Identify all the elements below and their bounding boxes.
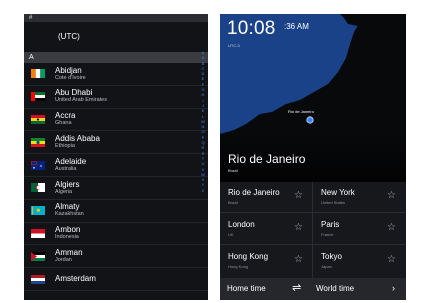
city-cell[interactable]: London UK ☆	[220, 214, 312, 245]
city-name: New York	[321, 188, 355, 197]
index-letter[interactable]: Z	[202, 188, 204, 193]
list-item[interactable]: Almaty Kazakhstan	[24, 200, 208, 223]
city-name: Tokyo	[321, 252, 342, 261]
list-item[interactable]: Algiers Algeria	[24, 177, 208, 200]
list-item[interactable]: Ambon Indonesia	[24, 223, 208, 246]
city-cell[interactable]: Paris France ☆	[313, 214, 405, 245]
list-item[interactable]: Adelaide Australia	[24, 154, 208, 177]
list-item[interactable]: Abidjan Cote d'Ivoire	[24, 63, 208, 86]
city-country: Hong Kong	[228, 264, 249, 269]
swap-icon[interactable]: ⇌	[292, 281, 301, 294]
city-country: Japan	[321, 264, 332, 269]
world-clock-panel: 10:08 :36 AM UTC-3 Rio de Janeiro Rio de…	[220, 14, 406, 300]
current-time: 10:08	[227, 18, 276, 39]
city-name: Algiers	[55, 179, 80, 189]
city-country: UK	[228, 232, 234, 237]
ethiopia-flag-icon	[31, 137, 45, 147]
city-name: Amsterdam	[55, 273, 96, 283]
list-item[interactable]: Amsterdam	[24, 268, 208, 291]
netherlands-flag-icon	[31, 274, 45, 284]
city-cell[interactable]: Hong Kong Hong Kong ☆	[220, 246, 312, 277]
city-name: Amman	[55, 248, 83, 258]
world-time-button[interactable]: World time	[316, 284, 354, 293]
ivory-coast-flag-icon	[31, 69, 45, 79]
city-name: Addis Ababa	[55, 134, 100, 144]
australia-flag-icon	[31, 160, 45, 170]
jordan-flag-icon	[31, 251, 45, 261]
city-name: Abu Dhabi	[55, 88, 93, 98]
city-country: Australia	[55, 165, 77, 172]
city-country: Brazil	[228, 200, 239, 205]
city-name: Accra	[55, 111, 76, 121]
city-cell[interactable]: Rio de Janeiro Brazil ☆	[220, 182, 312, 213]
section-header-a: A	[24, 52, 208, 63]
city-name: Almaty	[55, 202, 80, 212]
city-name: Hong Kong	[228, 252, 269, 261]
city-country: Kazakhstan	[55, 211, 84, 218]
city-country: Ethiopia	[55, 143, 75, 150]
list-item[interactable]: Accra Ghana	[24, 109, 208, 132]
list-item[interactable]: Amman Jordan	[24, 245, 208, 269]
city-name: Rio de Janeiro	[228, 188, 280, 197]
utc-row[interactable]: (UTC)	[24, 22, 208, 50]
city-name: London	[228, 220, 255, 229]
map-pin-label: Rio de Janeiro	[288, 109, 314, 114]
city-country: United Arab Emirates	[55, 97, 107, 104]
uae-flag-icon	[31, 92, 45, 102]
city-name: Abidjan	[55, 65, 82, 75]
selected-city-country: Brazil	[228, 168, 239, 173]
city-name: Ambon	[55, 225, 81, 235]
star-icon[interactable]: ☆	[294, 222, 303, 233]
city-country: Ghana	[55, 120, 72, 127]
alphabet-index-scrubber[interactable]: # A B C D E F G H I J K L M N O P Q R S T U V W X Y Z	[200, 50, 206, 193]
hash-section-header: #	[24, 14, 208, 22]
star-icon[interactable]: ☆	[387, 222, 396, 233]
star-icon[interactable]: ☆	[387, 254, 396, 265]
grid-divider	[312, 182, 313, 278]
chevron-right-icon[interactable]: ›	[392, 283, 395, 293]
location-pin-icon	[306, 116, 314, 124]
list-item[interactable]: Addis Ababa Ethiopia	[24, 131, 208, 155]
city-cell[interactable]: New York United States ☆	[313, 182, 405, 213]
ghana-flag-icon	[31, 114, 45, 124]
city-name: Paris	[321, 220, 340, 229]
star-icon[interactable]: ☆	[294, 254, 303, 265]
city-country: Jordan	[55, 257, 72, 264]
city-name: Adelaide	[55, 156, 87, 166]
bottom-bar: Home time ⇌ World time ›	[220, 278, 406, 300]
kazakhstan-flag-icon	[31, 206, 45, 216]
home-time-button[interactable]: Home time	[227, 284, 266, 293]
favorite-cities-grid: Rio de Janeiro Brazil ☆ New York United …	[220, 182, 406, 278]
star-icon[interactable]: ☆	[387, 190, 396, 201]
city-cell[interactable]: Tokyo Japan ☆	[313, 246, 405, 277]
current-time-seconds: :36 AM	[284, 22, 309, 31]
city-country: Indonesia	[55, 234, 79, 241]
city-country: Algeria	[55, 188, 73, 195]
city-country: France	[321, 232, 334, 237]
city-country: United States	[321, 200, 346, 205]
star-icon[interactable]: ☆	[294, 190, 303, 201]
list-item[interactable]: Abu Dhabi United Arab Emirates	[24, 86, 208, 109]
selected-city-name: Rio de Janeiro	[228, 152, 306, 166]
city-country: Cote d'Ivoire	[55, 74, 86, 81]
city-list-panel: # (UTC) A Abidjan Cote d'Ivoire Abu Dhab…	[24, 14, 208, 300]
timezone-label: UTC-3	[228, 43, 240, 48]
city-list: Abidjan Cote d'Ivoire Abu Dhabi United A…	[24, 63, 208, 291]
algeria-flag-icon	[31, 183, 45, 193]
utc-label: (UTC)	[58, 31, 80, 41]
indonesia-flag-icon	[31, 228, 45, 238]
